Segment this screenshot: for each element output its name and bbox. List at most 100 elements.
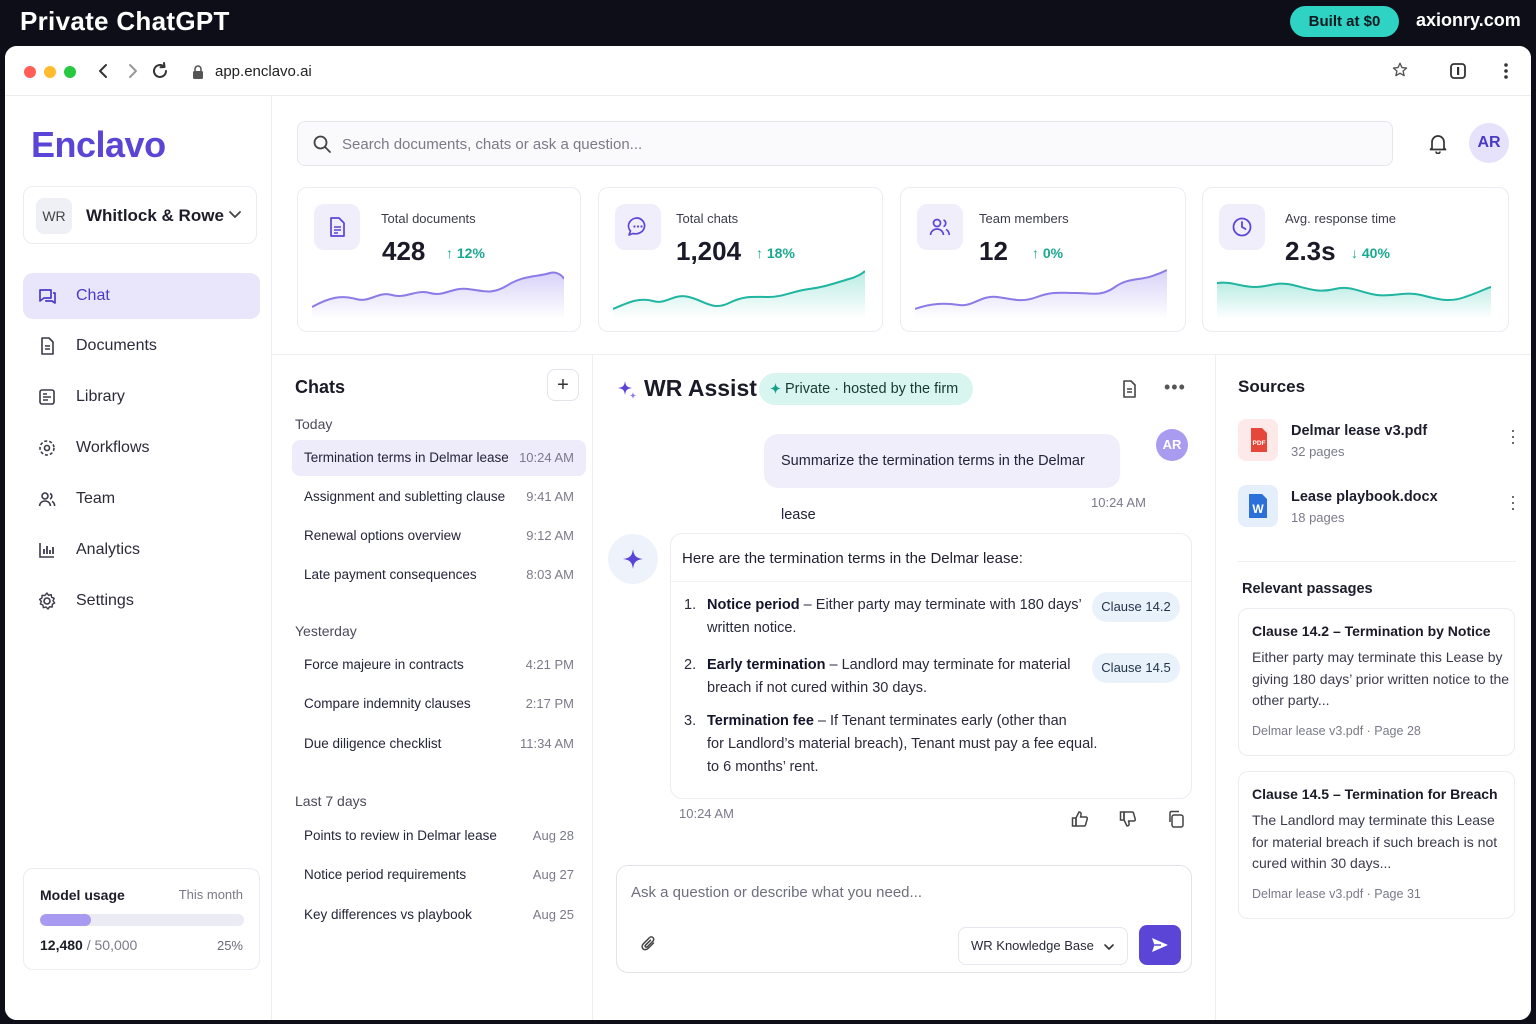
- sidebar-item-workflows[interactable]: Workflows: [23, 425, 260, 471]
- org-switcher[interactable]: WR Whitlock & Rowe: [23, 186, 257, 244]
- sparkle-icon: [769, 382, 782, 395]
- chat-list-item[interactable]: Notice period requirements Aug 27: [292, 857, 586, 893]
- bell-icon[interactable]: [1427, 132, 1449, 154]
- point-text: for Landlord’s material breach), Tenant …: [707, 736, 1098, 752]
- stat-delta-value: 18%: [766, 245, 795, 261]
- point-text: to 6 months’ rent.: [707, 759, 819, 775]
- privacy-badge-text: Private · hosted by the firm: [785, 381, 959, 397]
- stat-card-response-time[interactable]: Avg. response time 2.3s ↓ 40%: [1202, 187, 1509, 332]
- stat-delta: ↑ 12%: [446, 245, 485, 261]
- sidebar-item-documents[interactable]: Documents: [23, 323, 260, 369]
- source-file[interactable]: PDF Delmar lease v3.pdf 32 pages · · ·: [1238, 419, 1518, 463]
- more-options-icon[interactable]: •••: [1164, 377, 1186, 398]
- sidebar-item-analytics[interactable]: Analytics: [23, 527, 260, 573]
- sidebar-item-settings[interactable]: Settings: [23, 578, 260, 624]
- send-button[interactable]: [1139, 925, 1181, 965]
- passage-title: Clause 14.2 – Termination by Notice: [1252, 623, 1491, 639]
- user-message-time: 10:24 AM: [1091, 495, 1146, 510]
- close-window-button[interactable]: [24, 66, 36, 78]
- usage-limit: / 50,000: [86, 937, 138, 953]
- promo-site[interactable]: axionry.com: [1416, 10, 1521, 31]
- chat-list-item[interactable]: Due diligence checklist 11:34 AM: [292, 726, 586, 762]
- forward-icon[interactable]: [121, 60, 143, 82]
- chat-list-item[interactable]: Compare indemnity clauses 2:17 PM: [292, 686, 586, 722]
- app-logo[interactable]: Enclavo: [31, 124, 166, 166]
- thumbs-down-icon[interactable]: [1118, 809, 1138, 829]
- sidebar-item-library[interactable]: Library: [23, 374, 260, 420]
- team-icon: [917, 204, 963, 250]
- new-chat-button[interactable]: +: [547, 369, 579, 401]
- stat-card-team[interactable]: Team members 12 ↑ 0%: [900, 187, 1186, 332]
- passage-reference: Delmar lease v3.pdf · Page 28: [1252, 724, 1421, 738]
- sidebar-toggle-icon[interactable]: [1448, 61, 1468, 81]
- chat-list-item[interactable]: Key differences vs playbook Aug 25: [292, 897, 586, 933]
- minimize-window-button[interactable]: [44, 66, 56, 78]
- chat-time: Aug 27: [532, 867, 574, 882]
- copy-icon[interactable]: [1166, 809, 1186, 829]
- chat-time: 4:21 PM: [525, 657, 574, 672]
- source-file[interactable]: W Lease playbook.docx 18 pages · · ·: [1238, 485, 1518, 529]
- org-name: Whitlock & Rowe: [86, 206, 224, 225]
- assistant-title: WR Assist: [644, 375, 757, 401]
- point-body: Termination fee – If Tenant terminates e…: [707, 710, 1067, 733]
- passage-card[interactable]: Clause 14.2 – Termination by Notice Eith…: [1238, 608, 1515, 756]
- address-bar[interactable]: app.enclavo.ai: [181, 56, 1417, 88]
- library-icon: [39, 389, 55, 405]
- thumbs-up-icon[interactable]: [1070, 809, 1090, 829]
- reload-icon[interactable]: [149, 60, 171, 82]
- stat-delta: ↓ 40%: [1351, 245, 1390, 261]
- chat-name: Renewal options overview: [304, 528, 461, 543]
- usage-period[interactable]: This month: [179, 887, 243, 902]
- browser-window: app.enclavo.ai Enclavo WR Whitlock & Row…: [5, 46, 1531, 1020]
- chat-time: 10:24 AM: [519, 450, 574, 465]
- star-icon[interactable]: [1391, 61, 1409, 79]
- chat-time: 2:17 PM: [525, 696, 574, 711]
- file-more-options-icon[interactable]: · · ·: [1508, 487, 1518, 517]
- privacy-badge: Private · hosted by the firm: [759, 373, 973, 405]
- chevron-down-icon: [229, 211, 241, 218]
- chat-group-label: Last 7 days: [295, 793, 367, 809]
- search-input[interactable]: [342, 130, 1372, 158]
- point-title: Termination fee: [707, 713, 814, 729]
- stat-card-chats[interactable]: Total chats 1,204 ↑ 18%: [598, 187, 883, 332]
- search-bar[interactable]: [297, 121, 1393, 166]
- org-initials: WR: [36, 198, 72, 234]
- document-icon[interactable]: [1119, 379, 1139, 399]
- stat-delta: ↑ 0%: [1032, 245, 1063, 261]
- point-number: 2.: [684, 657, 697, 673]
- promo-badge[interactable]: Built at $0: [1290, 6, 1399, 37]
- file-more-options-icon[interactable]: · · ·: [1508, 421, 1518, 451]
- maximize-window-button[interactable]: [64, 66, 76, 78]
- passage-body: Either party may terminate this Lease by…: [1252, 649, 1510, 708]
- search-icon: [313, 135, 331, 153]
- passage-body: The Landlord may terminate this Lease fo…: [1252, 812, 1498, 871]
- stat-card-documents[interactable]: Total documents 428 ↑ 12%: [297, 187, 581, 332]
- chat-list-item[interactable]: Force majeure in contracts 4:21 PM: [292, 647, 586, 683]
- chat-list-item[interactable]: Assignment and subletting clause 9:41 AM: [292, 479, 586, 515]
- chat-list-item[interactable]: Termination terms in Delmar lease 10:24 A…: [292, 440, 586, 476]
- passage-card[interactable]: Clause 14.5 – Termination for Breach The…: [1238, 771, 1515, 919]
- assistant-avatar: [608, 534, 658, 584]
- message-input[interactable]: [631, 880, 1171, 904]
- usage-percent: 25%: [216, 938, 243, 953]
- browser-menu-icon[interactable]: [1496, 61, 1516, 81]
- back-icon[interactable]: [93, 60, 115, 82]
- stat-label: Total chats: [676, 211, 739, 226]
- message-composer[interactable]: WR Knowledge Base: [616, 865, 1192, 973]
- point-text: – If Tenant terminates early (other than: [813, 713, 1067, 729]
- chat-list-item[interactable]: Late payment consequences 8:03 AM: [292, 557, 586, 593]
- clock-icon: [1219, 204, 1265, 250]
- chat-name: Key differences vs playbook: [304, 907, 472, 922]
- chat-list-item[interactable]: Renewal options overview 9:12 AM: [292, 518, 586, 554]
- sidebar-item-team[interactable]: Team: [23, 476, 260, 522]
- sidebar-item-chat[interactable]: Chat: [23, 273, 260, 319]
- paperclip-icon[interactable]: [639, 934, 659, 954]
- file-name: Delmar lease v3.pdf: [1291, 423, 1428, 439]
- chat-list-item[interactable]: Points to review in Delmar lease Aug 28: [292, 818, 586, 854]
- clause-citation-chip[interactable]: Clause 14.2: [1092, 592, 1180, 622]
- clause-citation-chip[interactable]: Clause 14.5: [1092, 653, 1180, 683]
- chat-time: 8:03 AM: [526, 567, 574, 582]
- user-avatar[interactable]: AR: [1469, 123, 1509, 163]
- point-body: Early termination – Landlord may termina…: [707, 654, 1070, 677]
- knowledge-base-select[interactable]: WR Knowledge Base: [958, 927, 1128, 965]
